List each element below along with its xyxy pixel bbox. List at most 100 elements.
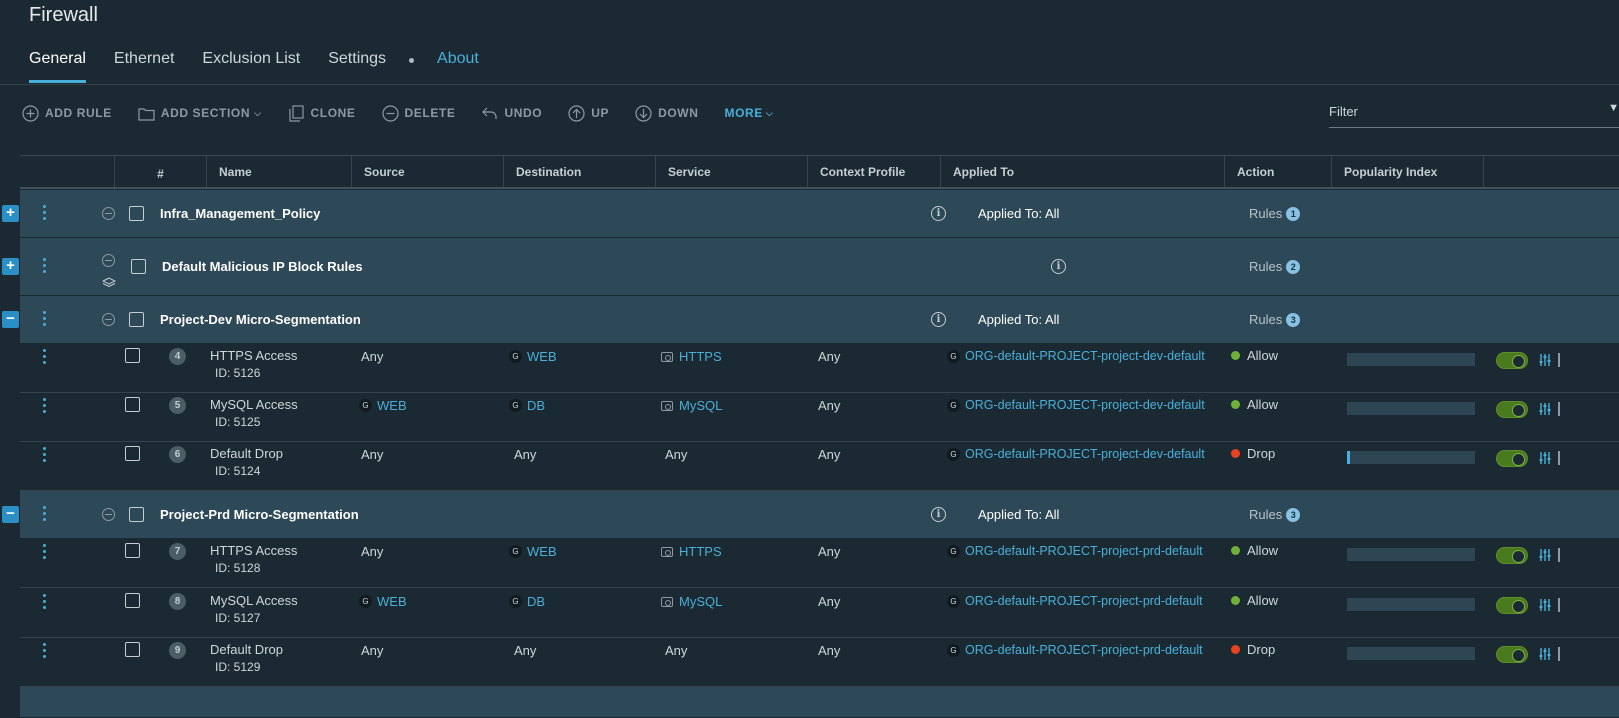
col-header-source[interactable]: Source [351, 156, 503, 187]
rule-checkbox[interactable] [125, 543, 140, 558]
rule-action[interactable]: Allow [1247, 348, 1278, 363]
settings-sliders-icon[interactable] [1538, 548, 1552, 562]
collapse-section-button[interactable]: − [2, 506, 19, 523]
rule-enable-toggle[interactable] [1496, 450, 1528, 467]
rule-applied-to[interactable]: G ORG-default-PROJECT-project-prd-default [947, 594, 1203, 608]
col-header-applied-to[interactable]: Applied To [940, 156, 1224, 187]
expand-section-button[interactable]: + [2, 258, 19, 275]
col-header-popularity[interactable]: Popularity Index [1331, 156, 1483, 187]
up-button[interactable]: UP [568, 104, 609, 122]
clone-button[interactable]: CLONE [288, 104, 356, 122]
delete-button[interactable]: DELETE [381, 104, 456, 122]
rule-applied-to[interactable]: G ORG-default-PROJECT-project-prd-default [947, 544, 1203, 558]
rule-name[interactable]: HTTPS Access [210, 543, 297, 558]
col-header-service[interactable]: Service [655, 156, 807, 187]
col-header-action[interactable]: Action [1224, 156, 1331, 187]
collapse-section-button[interactable]: − [2, 311, 19, 328]
rule-applied-to[interactable]: G ORG-default-PROJECT-project-dev-default [947, 398, 1205, 412]
tab-exclusion-list[interactable]: Exclusion List [202, 50, 300, 83]
rule-service[interactable]: HTTPS [661, 349, 722, 364]
rule-menu-kebab[interactable] [43, 447, 47, 462]
rule-destination[interactable]: G WEB [509, 349, 557, 364]
rule-service[interactable]: Any [665, 643, 687, 658]
info-icon[interactable]: i [931, 312, 946, 327]
rule-enable-toggle[interactable] [1496, 352, 1528, 369]
rule-enable-toggle[interactable] [1496, 401, 1528, 418]
rule-enable-toggle[interactable] [1496, 646, 1528, 663]
rule-source[interactable]: G WEB [359, 594, 407, 609]
settings-sliders-icon[interactable] [1538, 353, 1552, 367]
rule-source[interactable]: Any [361, 349, 383, 364]
rule-service[interactable]: HTTPS [661, 544, 722, 559]
rule-destination[interactable]: G WEB [509, 544, 557, 559]
rule-checkbox[interactable] [125, 397, 140, 412]
tab-about[interactable]: About [437, 50, 479, 83]
rule-applied-to[interactable]: G ORG-default-PROJECT-project-dev-default [947, 447, 1205, 461]
rule-menu-kebab[interactable] [43, 643, 47, 658]
rule-action[interactable]: Drop [1247, 642, 1275, 657]
section-menu-kebab[interactable] [43, 258, 47, 273]
rule-destination[interactable]: Any [514, 447, 536, 462]
rule-context-profile[interactable]: Any [818, 594, 840, 609]
col-header-destination[interactable]: Destination [503, 156, 655, 187]
rule-source[interactable]: G WEB [359, 398, 407, 413]
next-section-row[interactable] [20, 687, 1619, 718]
rule-context-profile[interactable]: Any [818, 398, 840, 413]
add-rule-button[interactable]: ADD RULE [22, 104, 112, 122]
section-menu-kebab[interactable] [43, 205, 47, 220]
settings-sliders-icon[interactable] [1538, 402, 1552, 416]
settings-sliders-icon[interactable] [1538, 647, 1552, 661]
rule-applied-to[interactable]: G ORG-default-PROJECT-project-prd-default [947, 643, 1203, 657]
rule-checkbox[interactable] [125, 593, 140, 608]
rule-context-profile[interactable]: Any [818, 447, 840, 462]
rule-destination[interactable]: G DB [509, 398, 545, 413]
rule-source[interactable]: Any [361, 544, 383, 559]
info-icon[interactable]: i [931, 507, 946, 522]
rule-action[interactable]: Allow [1247, 543, 1278, 558]
rule-service[interactable]: MySQL [661, 398, 722, 413]
rule-checkbox[interactable] [125, 348, 140, 363]
rule-checkbox[interactable] [125, 446, 140, 461]
rule-menu-kebab[interactable] [43, 349, 47, 364]
filter-caret-icon[interactable]: ▼ [1608, 102, 1619, 114]
section-checkbox[interactable] [131, 259, 146, 274]
section-menu-kebab[interactable] [43, 506, 47, 521]
section-menu-kebab[interactable] [43, 311, 47, 326]
rule-action[interactable]: Drop [1247, 446, 1275, 461]
rule-enable-toggle[interactable] [1496, 597, 1528, 614]
rule-service[interactable]: MySQL [661, 594, 722, 609]
rule-applied-to[interactable]: G ORG-default-PROJECT-project-dev-default [947, 349, 1205, 363]
col-header-name[interactable]: Name [206, 156, 351, 187]
undo-button[interactable]: UNDO [481, 105, 542, 122]
more-button[interactable]: MORE ⌵ [725, 106, 774, 120]
rule-name[interactable]: HTTPS Access [210, 348, 297, 363]
tab-settings[interactable]: Settings [328, 50, 386, 83]
col-header-context-profile[interactable]: Context Profile [807, 156, 940, 187]
rule-context-profile[interactable]: Any [818, 349, 840, 364]
rule-context-profile[interactable]: Any [818, 544, 840, 559]
section-checkbox[interactable] [129, 507, 144, 522]
settings-sliders-icon[interactable] [1538, 598, 1552, 612]
rule-context-profile[interactable]: Any [818, 643, 840, 658]
section-checkbox[interactable] [129, 206, 144, 221]
rule-source[interactable]: Any [361, 447, 383, 462]
rule-checkbox[interactable] [125, 642, 140, 657]
rule-source[interactable]: Any [361, 643, 383, 658]
filter-input[interactable]: Filter ▼ [1329, 100, 1619, 128]
rule-destination[interactable]: G DB [509, 594, 545, 609]
rule-menu-kebab[interactable] [43, 594, 47, 609]
expand-section-button[interactable]: + [2, 205, 19, 222]
rule-name[interactable]: MySQL Access [210, 397, 298, 412]
rule-action[interactable]: Allow [1247, 397, 1278, 412]
info-icon[interactable]: i [931, 206, 946, 221]
settings-sliders-icon[interactable] [1538, 451, 1552, 465]
rule-destination[interactable]: Any [514, 643, 536, 658]
info-icon[interactable]: i [1051, 259, 1066, 274]
tab-general[interactable]: General [29, 50, 86, 83]
rule-action[interactable]: Allow [1247, 593, 1278, 608]
rule-name[interactable]: MySQL Access [210, 593, 298, 608]
rule-menu-kebab[interactable] [43, 398, 47, 413]
rule-name[interactable]: Default Drop [210, 642, 283, 657]
rule-service[interactable]: Any [665, 447, 687, 462]
section-checkbox[interactable] [129, 312, 144, 327]
